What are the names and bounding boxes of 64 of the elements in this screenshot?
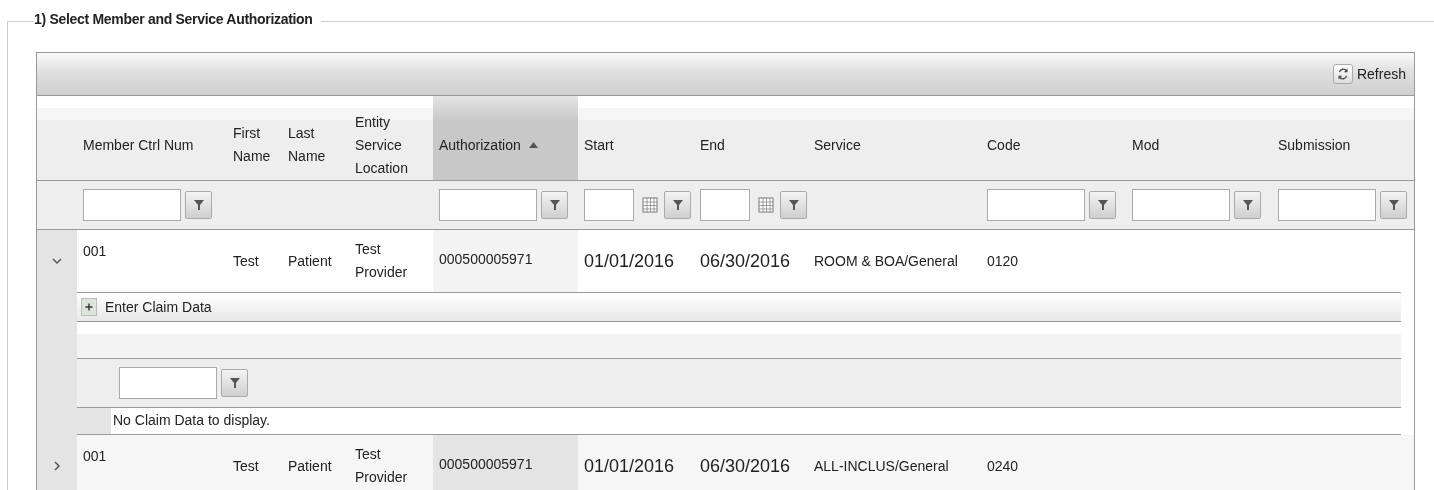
filter-button[interactable] [1380,191,1407,219]
filter-field[interactable] [119,367,217,399]
filter-button[interactable] [1089,191,1116,219]
column-header[interactable]: Last Name [282,96,349,180]
table-cell: 06/30/2016 [700,249,791,273]
filter-icon [1096,199,1109,211]
table-cell-text: 001 [83,242,107,261]
table-cell-text: Test Provider [355,445,409,487]
table-cell-text: ALL-INCLUS/General [814,456,949,476]
calendar-icon[interactable] [758,197,774,213]
table-cell-text: 0120 [987,251,1019,271]
empty-message: No Claim Data to display. [112,411,271,430]
filter-icon [228,377,241,389]
column-header[interactable]: End [694,96,808,180]
refresh-button[interactable]: Refresh [1332,64,1406,84]
table-cell-text: Test [233,251,259,271]
column-header[interactable]: Start [578,96,694,180]
table-cell-text: Test [233,456,259,476]
filter-field[interactable] [439,189,537,221]
filter-button[interactable] [221,369,248,397]
filter-icon [548,199,561,211]
filter-icon [192,199,205,211]
column-header[interactable]: Authorization [433,96,578,180]
filter-button[interactable] [1234,191,1261,219]
table-cell: 01/01/2016 [584,454,675,478]
filter-button[interactable] [780,191,807,219]
chevron-down-icon[interactable] [51,255,63,267]
column-header[interactable]: Mod [1126,96,1272,180]
column-header[interactable]: Entity Service Location [349,96,433,180]
filter-icon [1241,199,1254,211]
calendar-icon[interactable] [642,197,658,213]
column-header[interactable]: Submission [1272,96,1416,180]
filter-button[interactable] [541,191,568,219]
filter-icon [671,199,684,211]
table-cell: 01/01/2016 [584,249,675,273]
filter-icon [787,199,800,211]
section-title: 1) Select Member and Service Authorization [34,11,321,27]
table-cell-text: 001 [83,447,107,466]
plus-icon[interactable] [81,298,97,316]
table-cell-text: 000500005971 [439,250,533,269]
chevron-right-icon[interactable] [51,460,63,472]
table-cell-text: ROOM & BOA/General [814,251,958,271]
filter-field[interactable] [1132,189,1230,221]
filter-field[interactable] [83,189,181,221]
table-cell-text: Patient [288,456,332,476]
sort-arrow-icon [528,142,538,148]
filter-field[interactable] [987,189,1085,221]
column-header[interactable]: Code [981,96,1126,180]
table-cell: 06/30/2016 [700,454,791,478]
table-cell-text: 0240 [987,456,1019,476]
enter-claim-data-link[interactable]: Enter Claim Data [105,299,212,315]
filter-field[interactable] [1278,189,1376,221]
table-cell-text: Test Provider [355,240,409,282]
filter-button[interactable] [664,191,691,219]
table-cell-text: 000500005971 [439,455,533,474]
table-cell-text: Patient [288,251,332,271]
column-header[interactable]: Member Ctrl Num [77,96,227,180]
refresh-icon [1332,64,1353,84]
column-header[interactable]: First Name [227,96,282,180]
column-header[interactable]: Service [808,96,981,180]
filter-button[interactable] [185,191,212,219]
date-filter-field[interactable] [584,189,634,221]
filter-icon [1387,199,1400,211]
date-filter-field[interactable] [700,189,750,221]
